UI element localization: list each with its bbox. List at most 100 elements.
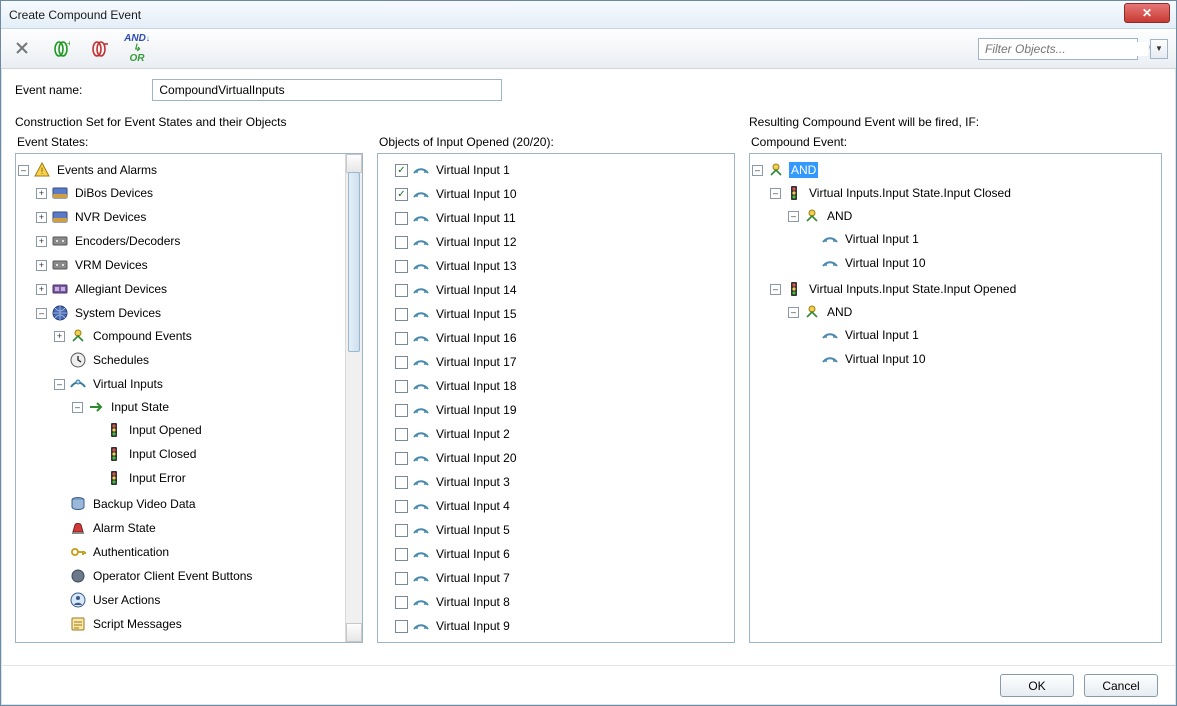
and-or-toggle-button[interactable]: AND↓ ↳ OR bbox=[123, 35, 151, 63]
result-and-sub2[interactable]: – AND bbox=[788, 301, 1159, 323]
tree-item-system-devices[interactable]: –System Devices bbox=[36, 302, 342, 324]
tree-item-schedules[interactable]: Schedules bbox=[54, 349, 342, 371]
object-row[interactable]: ✓ Virtual Input 1 bbox=[380, 159, 732, 181]
object-row[interactable]: Virtual Input 8 bbox=[380, 591, 732, 613]
objects-panel: ✓Virtual Input 1✓Virtual Input 10Virtual… bbox=[377, 153, 735, 643]
compound-icon bbox=[803, 303, 821, 321]
object-row[interactable]: Virtual Input 17 bbox=[380, 351, 732, 373]
object-row[interactable]: Virtual Input 19 bbox=[380, 399, 732, 421]
object-row[interactable]: Virtual Input 20 bbox=[380, 447, 732, 469]
result-closed-branch[interactable]: – Virtual Inputs.Input State.Input Close… bbox=[770, 182, 1159, 204]
tree-item-authentication[interactable]: Authentication bbox=[54, 541, 342, 563]
object-row[interactable]: Virtual Input 18 bbox=[380, 375, 732, 397]
tree-item-op-client[interactable]: Operator Client Event Buttons bbox=[54, 565, 342, 587]
object-row[interactable]: Virtual Input 15 bbox=[380, 303, 732, 325]
object-row[interactable]: Virtual Input 6 bbox=[380, 543, 732, 565]
scrollbar[interactable] bbox=[345, 154, 362, 642]
checkbox[interactable] bbox=[395, 236, 408, 249]
result-vi10[interactable]: Virtual Input 10 bbox=[806, 252, 1159, 274]
checkbox[interactable] bbox=[395, 548, 408, 561]
checkbox[interactable]: ✓ bbox=[395, 164, 408, 177]
tree-item-input-state[interactable]: –Input State bbox=[72, 396, 342, 418]
checkbox[interactable] bbox=[395, 620, 408, 633]
object-row[interactable]: Virtual Input 14 bbox=[380, 279, 732, 301]
tree-item-events-alarms[interactable]: – Events and Alarms bbox=[18, 159, 342, 181]
object-row[interactable]: Virtual Input 9 bbox=[380, 615, 732, 637]
checkbox[interactable] bbox=[395, 476, 408, 489]
objects-list: ✓Virtual Input 1✓Virtual Input 10Virtual… bbox=[380, 158, 732, 638]
checkbox[interactable] bbox=[395, 596, 408, 609]
tree-item-nvr[interactable]: +NVR Devices bbox=[36, 206, 342, 228]
tree-item-backup-video[interactable]: Backup Video Data bbox=[54, 493, 342, 515]
tree-item-input-opened[interactable]: Input Opened bbox=[90, 419, 342, 441]
object-label: Virtual Input 15 bbox=[434, 306, 519, 322]
filter-dropdown-button[interactable]: ▼ bbox=[1150, 39, 1168, 59]
filter-input[interactable] bbox=[979, 42, 1148, 56]
virtual-input-icon bbox=[412, 617, 430, 635]
object-row[interactable]: Virtual Input 7 bbox=[380, 567, 732, 589]
cancel-button[interactable]: Cancel bbox=[1084, 674, 1158, 697]
checkbox[interactable]: ✓ bbox=[395, 188, 408, 201]
checkbox[interactable] bbox=[395, 500, 408, 513]
tree-item-input-error[interactable]: Input Error bbox=[90, 467, 342, 489]
checkbox[interactable] bbox=[395, 284, 408, 297]
traffic-light-icon bbox=[105, 421, 123, 439]
object-label: Virtual Input 1 bbox=[434, 162, 512, 178]
tree-item-script-messages[interactable]: Script Messages bbox=[54, 613, 342, 635]
object-row[interactable]: Virtual Input 12 bbox=[380, 231, 732, 253]
filter-box bbox=[978, 38, 1138, 60]
event-name-label: Event name: bbox=[15, 83, 82, 97]
object-row[interactable]: Virtual Input 13 bbox=[380, 255, 732, 277]
x-icon bbox=[14, 40, 32, 58]
tree-item-allegiant[interactable]: +Allegiant Devices bbox=[36, 278, 342, 300]
compound-icon bbox=[767, 161, 785, 179]
object-row[interactable]: Virtual Input 3 bbox=[380, 471, 732, 493]
checkbox[interactable] bbox=[395, 452, 408, 465]
checkbox[interactable] bbox=[395, 260, 408, 273]
checkbox[interactable] bbox=[395, 572, 408, 585]
checkbox[interactable] bbox=[395, 428, 408, 441]
object-row[interactable]: Virtual Input 5 bbox=[380, 519, 732, 541]
checkbox[interactable] bbox=[395, 308, 408, 321]
checkbox[interactable] bbox=[395, 356, 408, 369]
object-row[interactable]: Virtual Input 11 bbox=[380, 207, 732, 229]
result-vi1[interactable]: Virtual Input 1 bbox=[806, 228, 1159, 250]
traffic-light-icon bbox=[105, 469, 123, 487]
warning-icon bbox=[33, 161, 51, 179]
object-row[interactable]: Virtual Input 16 bbox=[380, 327, 732, 349]
checkbox[interactable] bbox=[395, 332, 408, 345]
remove-filter-button[interactable] bbox=[85, 35, 113, 63]
compound-icon bbox=[69, 327, 87, 345]
result-and-root[interactable]: – AND bbox=[752, 159, 1159, 181]
result-and-sub1[interactable]: – AND bbox=[788, 205, 1159, 227]
virtual-input-icon bbox=[412, 257, 430, 275]
tree-item-compound-events[interactable]: +Compound Events bbox=[54, 325, 342, 347]
tree-item-vrm[interactable]: +VRM Devices bbox=[36, 254, 342, 276]
add-filter-button[interactable] bbox=[47, 35, 75, 63]
tree-item-alarm-state[interactable]: Alarm State bbox=[54, 517, 342, 539]
checkbox[interactable] bbox=[395, 404, 408, 417]
tree-item-encoders[interactable]: +Encoders/Decoders bbox=[36, 230, 342, 252]
toolbar: AND↓ ↳ OR ▼ bbox=[1, 29, 1176, 69]
user-icon bbox=[69, 591, 87, 609]
result-vi10b[interactable]: Virtual Input 10 bbox=[806, 348, 1159, 370]
event-name-input[interactable] bbox=[152, 79, 502, 101]
object-row[interactable]: ✓Virtual Input 10 bbox=[380, 183, 732, 205]
checkbox[interactable] bbox=[395, 524, 408, 537]
virtual-input-icon bbox=[412, 593, 430, 611]
result-vi1b[interactable]: Virtual Input 1 bbox=[806, 324, 1159, 346]
alarm-icon bbox=[69, 519, 87, 537]
checkbox[interactable] bbox=[395, 380, 408, 393]
tree-item-user-actions[interactable]: User Actions bbox=[54, 589, 342, 611]
ok-button[interactable]: OK bbox=[1000, 674, 1074, 697]
object-row[interactable]: Virtual Input 2 bbox=[380, 423, 732, 445]
object-row[interactable]: Virtual Input 4 bbox=[380, 495, 732, 517]
tree-item-virtual-inputs[interactable]: –Virtual Inputs bbox=[54, 373, 342, 395]
window-close-button[interactable]: ✕ bbox=[1124, 3, 1170, 23]
result-opened-branch[interactable]: – Virtual Inputs.Input State.Input Opene… bbox=[770, 278, 1159, 300]
delete-button[interactable] bbox=[9, 35, 37, 63]
virtual-input-icon bbox=[412, 305, 430, 323]
tree-item-input-closed[interactable]: Input Closed bbox=[90, 443, 342, 465]
tree-item-dibos[interactable]: +DiBos Devices bbox=[36, 182, 342, 204]
checkbox[interactable] bbox=[395, 212, 408, 225]
